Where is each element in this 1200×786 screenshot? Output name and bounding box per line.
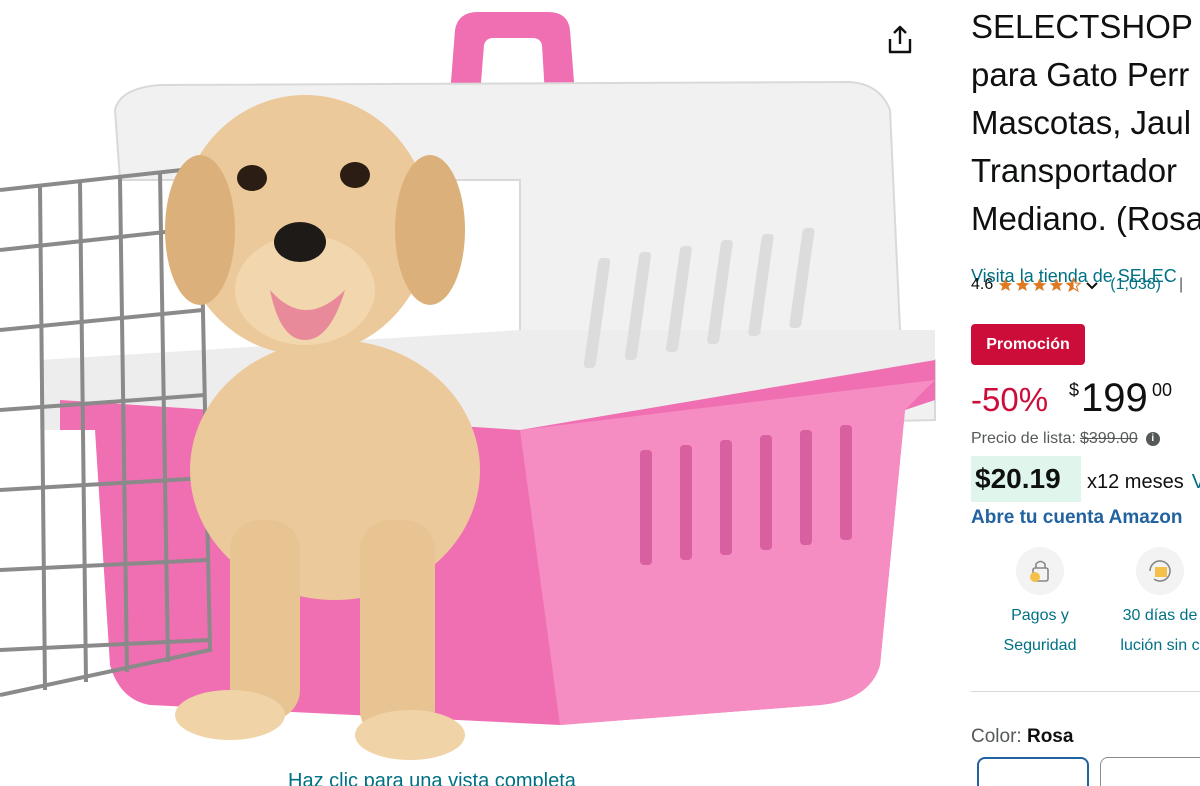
star-icon [999,278,1013,291]
divider [971,691,1200,692]
feature-returns[interactable]: 30 días de lución sin c [1105,547,1200,661]
star-icon [1033,278,1047,291]
view-full-image-link[interactable]: Haz clic para una vista completa [288,770,576,786]
rating-value: 4.6 [971,276,994,293]
installment-amount: $20.19 [971,456,1081,502]
installment-months: x12 meses V [1087,471,1200,494]
color-label: Color: [971,726,1022,747]
icon-container [1136,547,1184,595]
rating-count-link[interactable]: (1,038) [1110,276,1161,294]
rating-row: 4.6 (1,038) | [971,274,1183,296]
color-selection: Color: Rosa [971,726,1073,748]
price-fraction: 00 [1152,380,1173,400]
title-line: SELECTSHOP J [971,8,1200,45]
star-rating[interactable] [997,277,1082,293]
title-line: para Gato Perr [971,56,1190,93]
price-whole: 199 [1081,376,1148,420]
discount-percent: -50% [971,381,1049,418]
feature-label: 30 días de [1122,607,1198,624]
color-swatch[interactable] [1100,757,1200,786]
product-image[interactable] [0,0,950,786]
list-price-row: Precio de lista: $399.00 i [971,430,1160,448]
color-value: Rosa [1026,726,1074,747]
return-box-icon [1149,560,1171,582]
installment-months-text: x12 meses [1087,471,1184,493]
rating-separator: | [1178,276,1184,293]
list-price-label: Precio de lista: [971,430,1076,447]
star-icon [1016,278,1030,291]
secure-payment-icon [1030,560,1049,582]
feature-label: lución sin c [1120,637,1200,654]
title-line: Mediano. (Rosa [971,200,1200,237]
image-pane: Haz clic para una vista completa [0,0,950,786]
promo-badge: Promoción [971,324,1085,365]
installment-more-link[interactable]: V [1192,471,1200,493]
product-details: SELECTSHOP J para Gato Perr Mascotas, Ja… [971,0,1200,786]
title-line: Transportador [971,152,1178,189]
open-account-link[interactable]: Abre tu cuenta Amazon [971,507,1183,529]
feature-secure-payment[interactable]: Pagos y Seguridad [987,547,1093,661]
share-button[interactable] [880,20,920,60]
title-line: Mascotas, Jaul [971,104,1192,141]
half-star-icon [1065,277,1082,293]
color-swatch-selected[interactable] [977,757,1089,786]
product-title: SELECTSHOP J para Gato Perr Mascotas, Ja… [971,3,1200,243]
icon-container [1016,547,1064,595]
info-icon[interactable]: i [1145,432,1160,446]
share-icon [888,25,912,54]
price-currency: $ [1069,380,1080,400]
feature-label: Pagos y [1011,607,1069,624]
list-price-value: $399.00 [1079,430,1138,447]
chevron-down-icon[interactable] [1084,277,1100,293]
feature-label: Seguridad [1003,637,1077,654]
star-icon [1050,278,1064,291]
